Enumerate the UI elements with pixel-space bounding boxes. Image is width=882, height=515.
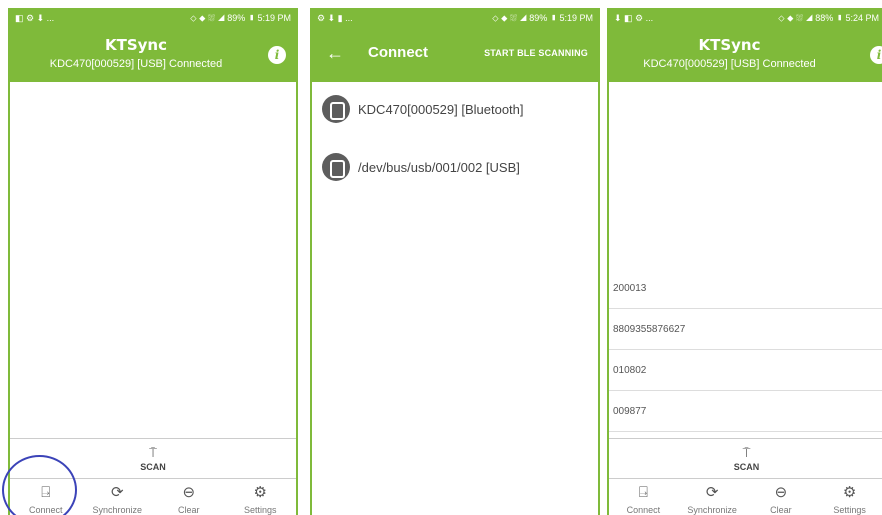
nav-synchronize[interactable]: ⟳ Synchronize [678, 479, 747, 515]
gear-icon: ⚙ [253, 484, 267, 501]
bottom-nav: ⍈ Connect ⟳ Synchronize ⊖ Clear ⚙ Settin… [609, 478, 882, 515]
status-bar: ⚙ ⬇ ▮ ... ⬦ ⬥ ⛆ ◢ 89% ▮ 5:19 PM [312, 10, 598, 26]
nav-settings[interactable]: ⚙ Settings [815, 479, 882, 515]
scan-label: SCAN [140, 461, 166, 472]
status-left: ◧ ⚙ ⬇ ... [15, 12, 55, 23]
status-left: ⚙ ⬇ ▮ ... [317, 12, 353, 23]
status-bar: ⬇ ◧ ⚙ ... ⬦ ⬥ ⛆ ◢ 88% ▮ 5:24 PM [609, 10, 882, 26]
nav-settings[interactable]: ⚙ Settings [225, 479, 297, 515]
app-bar: KTSync KDC470[000529] [USB] Connected i [609, 26, 882, 82]
connection-status: KDC470[000529] [USB] Connected [49, 58, 223, 70]
clear-icon: ⊖ [182, 484, 196, 501]
nav-settings-label: Settings [833, 505, 866, 515]
nav-connect[interactable]: ⍈ Connect [609, 479, 678, 515]
sync-icon: ⟳ [110, 484, 124, 501]
connect-icon: ⍈ [638, 484, 648, 501]
app-bar: KTSync KDC470[000529] [USB] Connected i [10, 26, 296, 82]
status-bar: ◧ ⚙ ⬇ ... ⬦ ⬥ ⛆ ◢ 89% ▮ 5:19 PM [10, 10, 296, 26]
connection-status: KDC470[000529] [USB] Connected [643, 58, 816, 70]
scan-button[interactable]: ⍑ SCAN [609, 438, 882, 478]
scanner-device-icon [322, 153, 350, 181]
list-item[interactable]: 010802 [609, 350, 882, 391]
nav-synchronize[interactable]: ⟳ Synchronize [82, 479, 154, 515]
page-title: Connect [368, 44, 428, 61]
nav-synchronize-label: Synchronize [687, 505, 737, 515]
list-item[interactable]: 200013 [609, 268, 882, 309]
back-arrow-icon[interactable]: ← [326, 43, 344, 63]
device-label: /dev/bus/usb/001/002 [USB] [358, 159, 520, 175]
device-item-bluetooth[interactable]: KDC470[000529] [Bluetooth] [312, 89, 598, 129]
app-title: KTSync [698, 36, 761, 54]
scanner-icon: ⍑ [742, 444, 751, 460]
device-label: KDC470[000529] [Bluetooth] [358, 101, 524, 117]
list-item[interactable]: 8809355876627 [609, 309, 882, 350]
app-title: KTSync [104, 36, 167, 54]
info-icon[interactable]: i [268, 46, 286, 64]
status-left: ⬇ ◧ ⚙ ... [614, 12, 654, 23]
nav-clear[interactable]: ⊖ Clear [747, 479, 816, 515]
status-right: ⬦ ⬥ ⛆ ◢ 89% ▮ 5:19 PM [492, 12, 593, 23]
screen-main-connected: ◧ ⚙ ⬇ ... ⬦ ⬥ ⛆ ◢ 89% ▮ 5:19 PM KTSync K… [8, 8, 298, 515]
nav-clear-label: Clear [177, 505, 200, 515]
scanner-icon: ⍑ [149, 444, 157, 460]
sync-icon: ⟳ [705, 484, 719, 501]
gear-icon: ⚙ [842, 484, 857, 501]
device-item-usb[interactable]: /dev/bus/usb/001/002 [USB] [312, 147, 598, 187]
scan-label: SCAN [733, 461, 760, 472]
screen-connect: ⚙ ⬇ ▮ ... ⬦ ⬥ ⛆ ◢ 89% ▮ 5:19 PM ← Connec… [310, 8, 600, 515]
nav-connect-label: Connect [28, 505, 63, 515]
nav-clear[interactable]: ⊖ Clear [153, 479, 225, 515]
nav-settings-label: Settings [243, 505, 277, 515]
nav-clear-label: Clear [770, 505, 792, 515]
app-bar: ← Connect START BLE SCANNING [312, 26, 598, 82]
nav-connect-label: Connect [626, 505, 661, 515]
start-ble-scanning-button[interactable]: START BLE SCANNING [484, 48, 588, 58]
clear-icon: ⊖ [774, 484, 788, 501]
status-right: ⬦ ⬥ ⛆ ◢ 88% ▮ 5:24 PM [778, 12, 879, 23]
scan-button[interactable]: ⍑ SCAN [10, 438, 296, 478]
info-icon[interactable]: i [870, 46, 882, 64]
nav-synchronize-label: Synchronize [92, 505, 143, 515]
status-right: ⬦ ⬥ ⛆ ◢ 89% ▮ 5:19 PM [190, 12, 291, 23]
connect-icon: ⍈ [41, 484, 51, 501]
bottom-nav: ⍈ Connect ⟳ Synchronize ⊖ Clear ⚙ Settin… [10, 478, 296, 515]
list-item[interactable]: 009877 [609, 391, 882, 432]
screen-main-with-data: ⬇ ◧ ⚙ ... ⬦ ⬥ ⛆ ◢ 88% ▮ 5:24 PM KTSync K… [607, 8, 882, 515]
nav-connect[interactable]: ⍈ Connect [10, 479, 82, 515]
scanner-device-icon [322, 95, 350, 123]
